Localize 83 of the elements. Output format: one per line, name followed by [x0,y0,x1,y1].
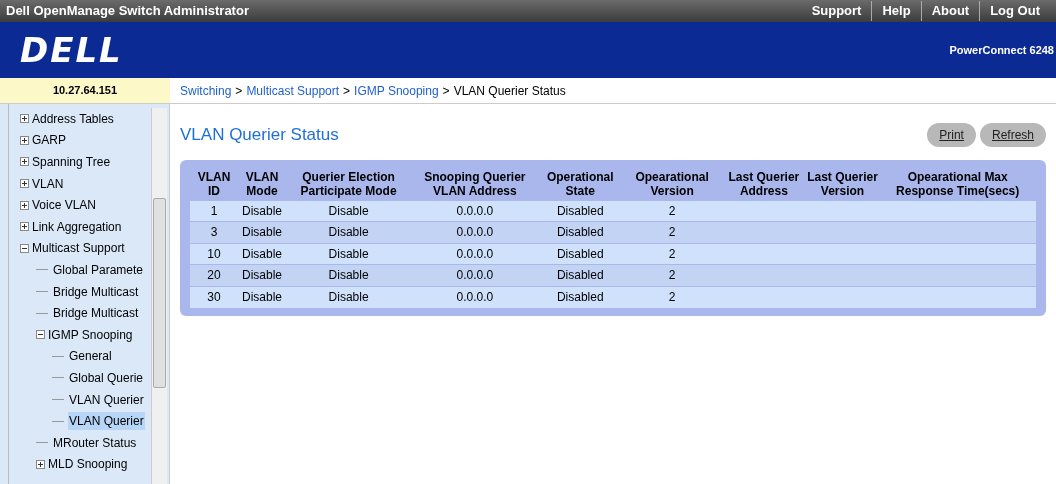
table-cell: Disable [242,246,282,261]
action-button[interactable]: Print [927,122,976,147]
tree-item[interactable]: VLAN Querier [68,390,145,409]
column-header: Last Querier Address [727,169,801,198]
table-cell: Disabled [556,225,604,240]
breadcrumb-link[interactable]: Multicast Support [246,81,340,100]
header-link[interactable]: About [920,1,980,21]
header-link[interactable]: Help [871,1,921,21]
table-cell: 0.0.0.0 [456,203,494,218]
table-cell: Disable [328,225,369,240]
tree-item[interactable]: MRouter Status [52,433,138,452]
action-button[interactable]: Refresh [979,122,1046,147]
breadcrumb-separator: > [343,82,351,100]
table-cell: 1 [210,203,218,218]
column-header: Opearational Version [634,169,710,198]
ip-address: 10.27.64.151 [0,78,170,103]
table-cell: 0.0.0.0 [456,246,494,261]
table-cell: 0.0.0.0 [456,290,494,304]
column-header: VLAN ID [196,169,232,198]
tree-item[interactable]: GARP [31,131,67,150]
header-link[interactable]: Support [801,1,872,21]
app-title: Dell OpenManage Switch Administrator [6,2,249,21]
tree-item[interactable]: Spanning Tree [31,153,112,171]
table-cell: 3 [210,225,218,240]
tree-item[interactable]: Address Tables [31,109,115,128]
table-cell: 10 [207,246,221,261]
tree-item[interactable]: Bridge Multicast [52,282,140,301]
column-header: Operational State [545,169,615,198]
expand-icon[interactable] [20,179,29,189]
column-header: Querier Election Participate Mode [299,169,398,198]
expand-icon[interactable] [20,222,29,232]
tree-item[interactable]: Link Aggregation [31,217,123,236]
model-name: PowerConnect 6248 [949,42,1054,58]
table-cell: 2 [668,246,676,261]
breadcrumb-separator: > [235,82,243,100]
table-cell: 2 [668,225,676,240]
table-cell: Disable [328,290,369,304]
header-link[interactable]: Log Out [979,1,1050,21]
expand-icon[interactable] [36,459,45,469]
tree-item[interactable]: MLD Snooping [47,455,129,474]
logo: DELL [20,28,123,72]
table-cell: Disable [242,203,282,218]
table-cell: 20 [207,268,221,283]
collapse-icon[interactable] [20,243,29,253]
tree-item[interactable]: Voice VLAN [31,196,98,215]
table-cell: Disabled [556,246,604,261]
column-header: VLAN Mode [244,169,280,198]
tree-item[interactable]: General [68,347,113,366]
table-cell: Disabled [556,268,604,283]
table-cell: Disable [328,268,369,283]
breadcrumb-link[interactable]: IGMP Snooping [354,81,439,100]
table-cell: 30 [207,290,221,304]
table-cell: Disable [328,246,369,261]
tree-item[interactable]: Bridge Multicast [52,304,140,323]
table-cell: 2 [668,290,676,304]
table-cell: 2 [668,203,676,218]
table-cell: 0.0.0.0 [456,268,494,283]
breadcrumb-current: VLAN Querier Status [453,82,566,100]
collapse-icon[interactable] [36,330,45,340]
tree-item[interactable]: Global Querie [68,368,145,387]
table-cell: Disable [242,268,282,283]
tree-item[interactable]: Multicast Support [31,239,126,258]
expand-icon[interactable] [20,157,29,167]
table-cell: 2 [668,268,676,283]
breadcrumb-link[interactable]: Switching [180,81,232,100]
table-cell: 0.0.0.0 [456,225,494,240]
tree-item[interactable]: IGMP Snooping [47,325,134,344]
tree-item[interactable]: Global Paramete [52,260,145,279]
page-title: VLAN Querier Status [180,124,339,146]
table-cell: Disable [328,203,369,218]
expand-icon[interactable] [20,200,29,210]
tree-item[interactable]: VLAN [31,174,65,193]
breadcrumb-separator: > [442,82,450,100]
tree-item[interactable]: VLAN Querier [68,412,145,431]
expand-icon[interactable] [20,114,29,124]
column-header: Opearational Max Response Time(secs) [895,169,1021,198]
column-header: Last Querier Version [806,169,879,198]
table-cell: Disabled [556,203,604,218]
column-header: Snooping Querier VLAN Address [423,169,527,198]
table-cell: Disable [242,290,282,304]
expand-icon[interactable] [20,135,29,145]
table-cell: Disabled [556,290,604,304]
table-cell: Disable [242,225,282,240]
